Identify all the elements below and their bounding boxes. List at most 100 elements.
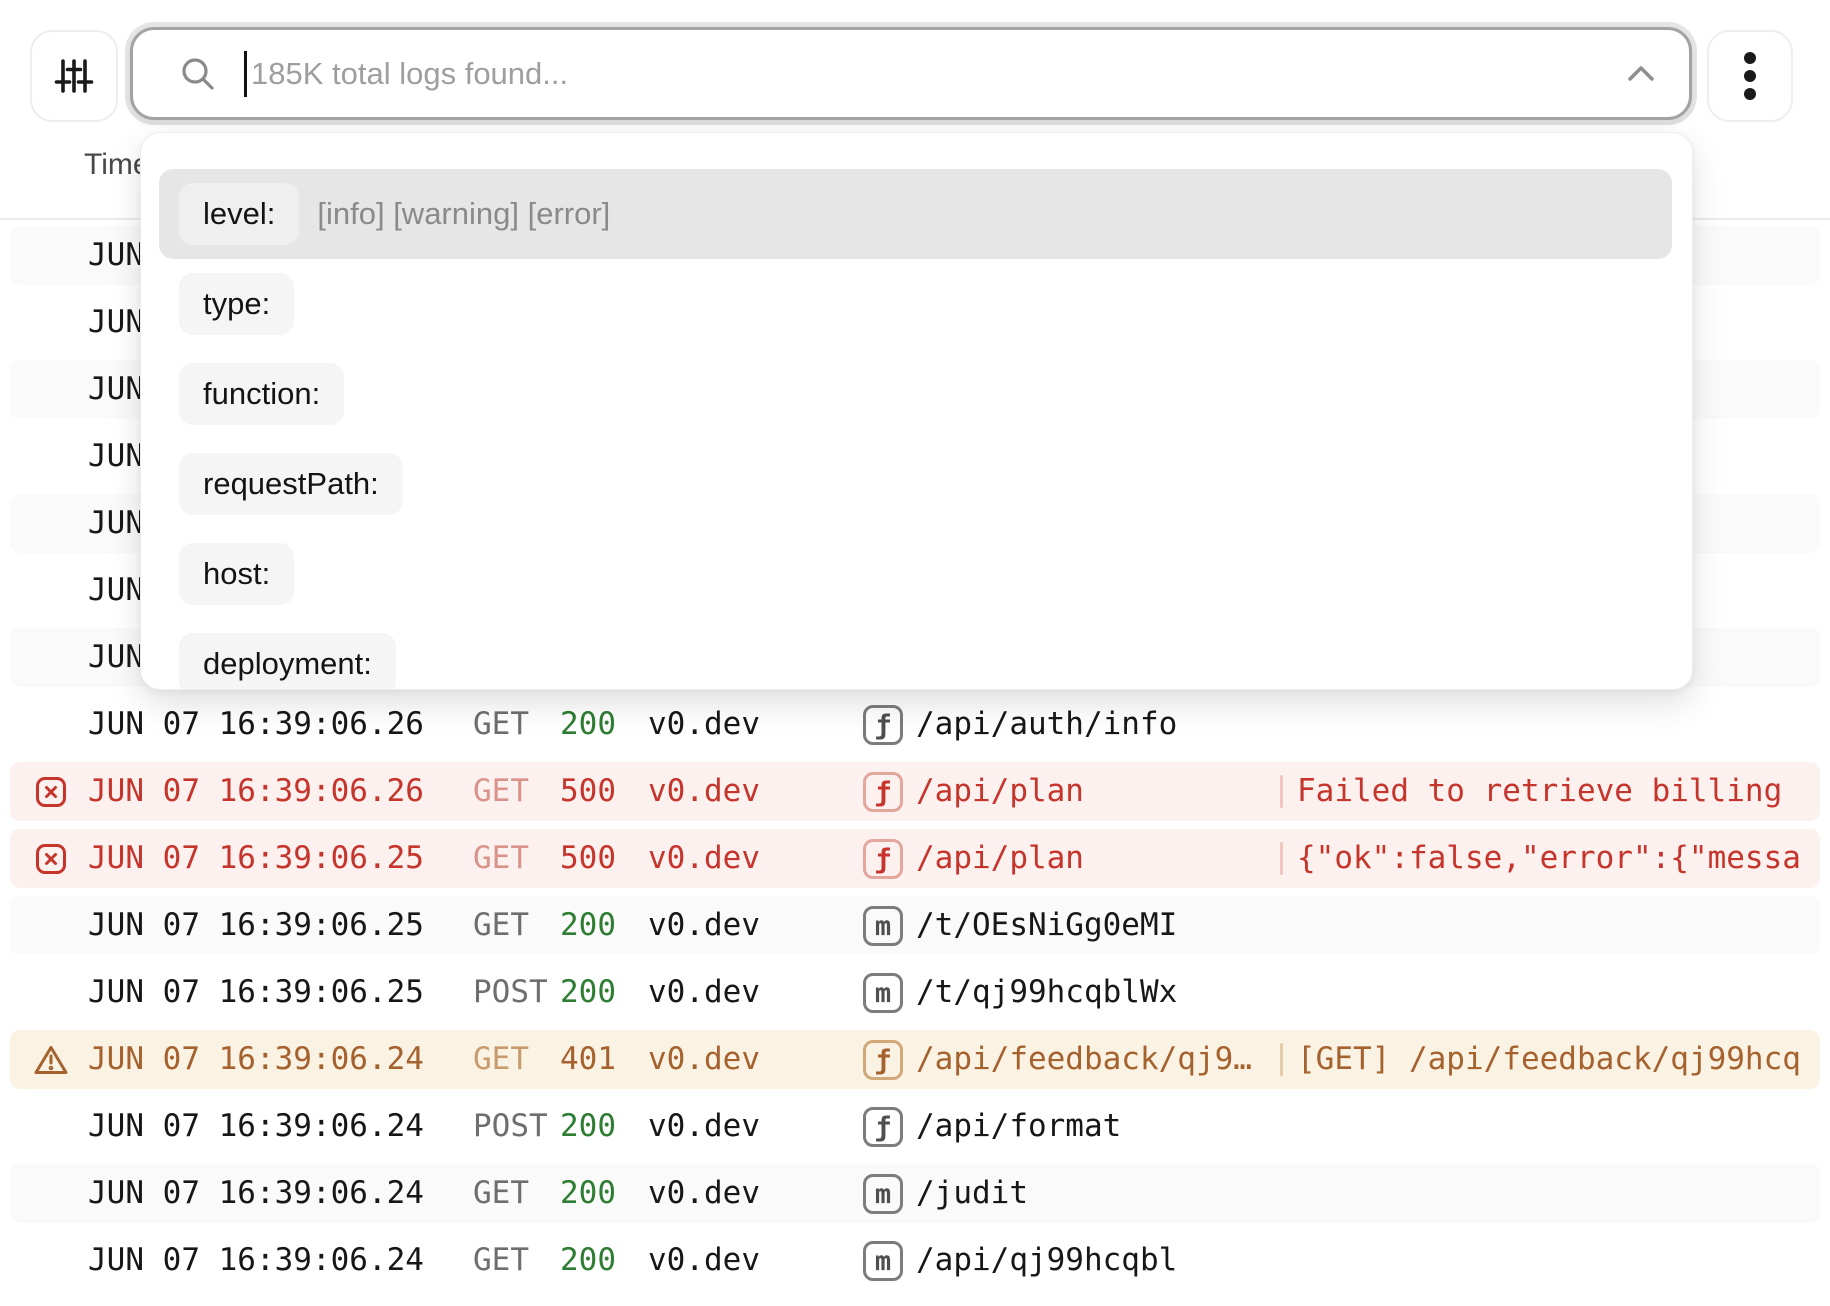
log-message-divider: [1280, 1043, 1283, 1076]
log-status: 200: [560, 691, 616, 758]
log-method: GET: [473, 758, 529, 825]
log-host: v0.dev: [648, 1160, 760, 1227]
log-host: v0.dev: [648, 825, 760, 892]
log-host: v0.dev: [648, 1026, 760, 1093]
filter-button[interactable]: [30, 30, 118, 122]
sliders-icon: [52, 54, 96, 98]
log-host: v0.dev: [648, 892, 760, 959]
suggestion-item[interactable]: function:: [159, 349, 1672, 439]
log-timestamp: JUN 07 16:39:06.25: [88, 959, 424, 1026]
function-icon: ƒ: [863, 839, 903, 879]
log-method: GET: [473, 1026, 529, 1093]
middleware-icon: m: [863, 906, 903, 946]
log-method: GET: [473, 1160, 529, 1227]
log-status: 200: [560, 1160, 616, 1227]
log-timestamp: JUN: [88, 624, 144, 691]
log-timestamp: JUN 07 16:39:06.25: [88, 825, 424, 892]
log-host: v0.dev: [648, 758, 760, 825]
log-host: v0.dev: [648, 959, 760, 1026]
logs-viewer: 185K total logs found... Time: [0, 0, 1830, 1306]
toolbar: 185K total logs found...: [0, 0, 1830, 128]
search-placeholder: 185K total logs found...: [251, 56, 1613, 92]
log-status: 200: [560, 1227, 616, 1294]
log-row[interactable]: JUN 07 16:39:06.26 GET 500 v0.dev ƒ /api…: [0, 758, 1830, 825]
suggestion-label: host:: [179, 543, 294, 605]
error-icon: [35, 843, 67, 875]
log-path: /t/OEsNiGg0eMI: [916, 892, 1177, 959]
chevron-up-icon: [1625, 64, 1657, 84]
log-row[interactable]: JUN 07 16:39:06.25 POST 200 v0.dev m /t/…: [0, 959, 1830, 1026]
log-path: /api/feedback/qj9…: [916, 1026, 1252, 1093]
kebab-menu-icon: [1743, 51, 1757, 101]
log-path: /api/auth/info: [916, 691, 1177, 758]
more-options-button[interactable]: [1707, 30, 1793, 122]
log-timestamp: JUN 07 16:39:06.25: [88, 892, 424, 959]
function-icon: ƒ: [863, 1040, 903, 1080]
log-status: 200: [560, 959, 616, 1026]
log-row[interactable]: JUN 07 16:39:06.24 POST 200 v0.dev ƒ /ap…: [0, 1093, 1830, 1160]
log-status: 401: [560, 1026, 616, 1093]
error-icon: [35, 776, 67, 808]
middleware-icon: m: [863, 973, 903, 1013]
log-path: /t/qj99hcqblWx: [916, 959, 1177, 1026]
middleware-icon: m: [863, 1241, 903, 1281]
text-caret: [244, 51, 247, 97]
suggestion-item[interactable]: level: [info] [warning] [error]: [159, 169, 1672, 259]
function-icon: ƒ: [863, 705, 903, 745]
log-timestamp: JUN 07 16:39:06.24: [88, 1160, 424, 1227]
log-timestamp: JUN 07 16:39:06.26: [88, 758, 424, 825]
log-row[interactable]: JUN 07 16:39:06.25 GET 200 v0.dev m /t/O…: [0, 892, 1830, 959]
log-host: v0.dev: [648, 691, 760, 758]
suggestion-label: deployment:: [179, 633, 396, 690]
log-method: POST: [473, 1093, 548, 1160]
log-status: 200: [560, 892, 616, 959]
suggestion-label: function:: [179, 363, 344, 425]
log-timestamp: JUN 07 16:39:06.24: [88, 1026, 424, 1093]
collapse-suggestions-button[interactable]: [1613, 46, 1669, 102]
search-suggestions-panel: level: [info] [warning] [error] type: fu…: [140, 132, 1693, 690]
log-path: /judit: [916, 1160, 1028, 1227]
suggestion-label: requestPath:: [179, 453, 403, 515]
log-message: [GET] /api/feedback/qj99hcq: [1297, 1026, 1830, 1093]
log-row[interactable]: JUN 07 16:39:06.24 GET 200 v0.dev m /jud…: [0, 1160, 1830, 1227]
log-message-divider: [1280, 842, 1283, 875]
suggestion-item[interactable]: type:: [159, 259, 1672, 349]
warning-icon: [33, 1044, 69, 1076]
function-icon: ƒ: [863, 772, 903, 812]
log-status: 500: [560, 758, 616, 825]
magnifier-icon: [178, 54, 218, 94]
suggestion-item[interactable]: host:: [159, 529, 1672, 619]
log-row[interactable]: JUN 07 16:39:06.24 GET 401 v0.dev ƒ /api…: [0, 1026, 1830, 1093]
log-timestamp: JUN: [88, 557, 144, 624]
search-input[interactable]: 185K total logs found...: [130, 27, 1692, 120]
middleware-icon: m: [863, 1174, 903, 1214]
log-method: POST: [473, 959, 548, 1026]
log-method: GET: [473, 691, 529, 758]
log-message-divider: [1280, 775, 1283, 808]
log-timestamp: JUN: [88, 423, 144, 490]
suggestion-hint: [info] [warning] [error]: [317, 196, 610, 232]
log-status: 500: [560, 825, 616, 892]
log-row[interactable]: JUN 07 16:39:06.25 GET 500 v0.dev ƒ /api…: [0, 825, 1830, 892]
suggestion-item[interactable]: requestPath:: [159, 439, 1672, 529]
log-path: /api/plan: [916, 758, 1084, 825]
log-timestamp: JUN: [88, 356, 144, 423]
log-row[interactable]: JUN 07 16:39:06.26 GET 200 v0.dev ƒ /api…: [0, 691, 1830, 758]
log-timestamp: JUN 07 16:39:06.24: [88, 1227, 424, 1294]
log-row[interactable]: JUN 07 16:39:06.24 GET 200 v0.dev m /api…: [0, 1227, 1830, 1294]
log-timestamp: JUN: [88, 222, 144, 289]
log-host: v0.dev: [648, 1093, 760, 1160]
log-status: 200: [560, 1093, 616, 1160]
log-path: /api/plan: [916, 825, 1084, 892]
log-path: /api/qj99hcqbl: [916, 1227, 1177, 1294]
suggestion-item[interactable]: deployment:: [159, 619, 1672, 690]
log-timestamp: JUN: [88, 289, 144, 356]
log-method: GET: [473, 1227, 529, 1294]
log-host: v0.dev: [648, 1227, 760, 1294]
log-timestamp: JUN: [88, 490, 144, 557]
log-path: /api/format: [916, 1093, 1121, 1160]
log-timestamp: JUN 07 16:39:06.24: [88, 1093, 424, 1160]
suggestion-label: type:: [179, 273, 294, 335]
function-icon: ƒ: [863, 1107, 903, 1147]
log-method: GET: [473, 892, 529, 959]
